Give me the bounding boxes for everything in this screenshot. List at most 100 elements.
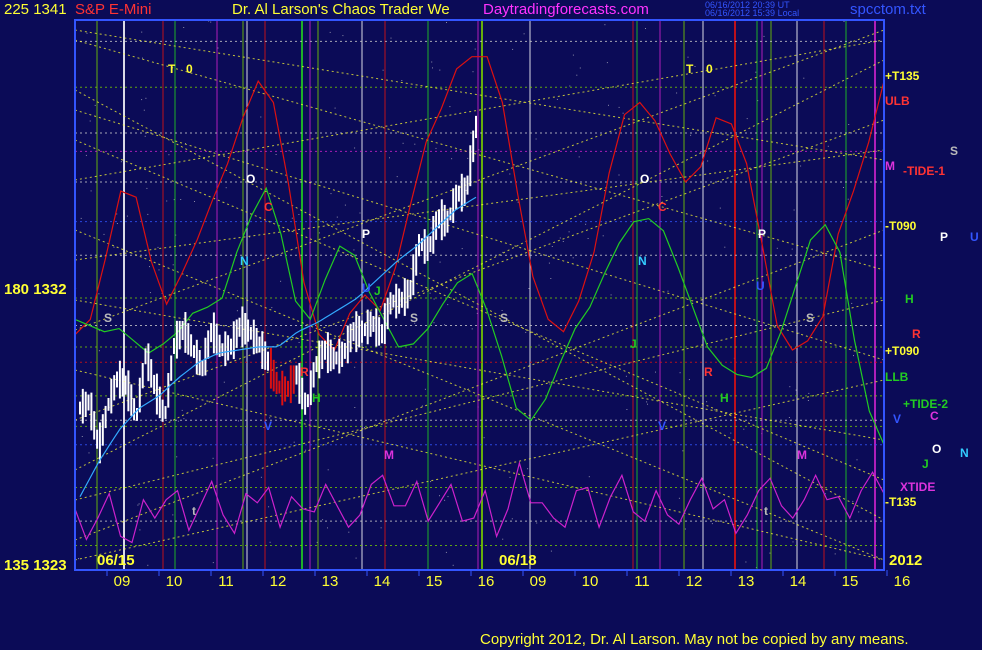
star-dot (447, 304, 449, 306)
x-tick-label: 09 (114, 573, 131, 590)
angle-line (74, 149, 885, 261)
x-tick-label: 14 (374, 573, 391, 590)
star-dot (776, 247, 778, 249)
star-dot (858, 511, 860, 513)
star-dot (139, 529, 141, 531)
flux-marker: N (240, 254, 249, 268)
star-dot (260, 476, 262, 478)
star-dot (755, 71, 757, 73)
angle-line (74, 299, 885, 501)
x-tick-label: 11 (634, 573, 650, 590)
star-dot (550, 278, 552, 279)
site-link[interactable]: Daytradingforecasts.com (483, 1, 649, 18)
x-tick-label: 13 (322, 573, 339, 590)
star-dot (682, 450, 684, 452)
star-dot (382, 69, 384, 71)
star-dot (536, 522, 538, 524)
star-dot (354, 407, 356, 408)
star-dot (688, 379, 690, 381)
star-dot (291, 217, 293, 219)
star-dot (793, 209, 795, 211)
star-dot (827, 145, 829, 147)
x-tick-label: 15 (426, 573, 443, 590)
star-dot (389, 157, 390, 159)
x-tick-label: 12 (686, 573, 703, 590)
star-dot (126, 215, 128, 217)
star-dot (81, 436, 83, 437)
star-dot (694, 66, 696, 67)
star-dot (217, 47, 219, 49)
flux-marker: U (756, 279, 765, 293)
star-dot (527, 468, 529, 470)
flux-marker: U (362, 281, 371, 295)
star-dot (528, 288, 530, 289)
star-dot (305, 449, 307, 451)
flux-marker: 0 (706, 62, 713, 76)
star-dot (354, 147, 356, 149)
star-dot (618, 106, 620, 108)
right-label: H (905, 292, 914, 306)
right-label: N (960, 446, 969, 460)
flux-marker: O (640, 172, 649, 186)
angle-line (74, 59, 885, 471)
star-dot (103, 233, 105, 235)
flux-marker: C (658, 200, 667, 214)
star-dot (706, 401, 708, 403)
star-dot (576, 74, 578, 76)
right-label: -TIDE-1 (903, 164, 945, 178)
star-dot (535, 138, 537, 140)
star-dot (330, 193, 332, 195)
star-dot (587, 238, 589, 239)
star-dot (572, 54, 574, 56)
star-dot (145, 97, 147, 99)
star-dot (223, 381, 225, 383)
x-tick-label: 10 (582, 573, 599, 590)
star-dot (791, 248, 793, 250)
right-label: U (970, 230, 979, 244)
star-dot (431, 61, 433, 63)
star-dot (843, 21, 845, 22)
star-dot (149, 266, 150, 268)
background-star-dots (75, 20, 863, 571)
star-dot (798, 332, 800, 334)
star-dot (568, 231, 570, 233)
star-dot (511, 518, 513, 520)
star-dot (157, 246, 159, 248)
copyright-notice: Copyright 2012, Dr. Al Larson. May not b… (480, 631, 909, 648)
star-dot (424, 388, 426, 390)
star-dot (788, 417, 790, 418)
star-dot (549, 383, 551, 385)
star-dot (353, 249, 355, 251)
star-dot (147, 213, 149, 215)
star-dot (435, 147, 437, 149)
star-dot (807, 400, 809, 401)
star-dot (194, 201, 195, 202)
star-dot (465, 189, 467, 191)
right-label: S (950, 144, 958, 158)
star-dot (85, 154, 87, 156)
right-label: V (893, 412, 901, 426)
flux-marker: 0 (186, 62, 193, 76)
star-dot (146, 187, 148, 189)
star-dot (421, 405, 423, 407)
star-dot (439, 495, 440, 497)
star-dot (447, 496, 449, 498)
star-dot (610, 294, 612, 296)
star-dot (608, 104, 609, 106)
x-tick-label: 13 (738, 573, 755, 590)
star-dot (724, 246, 726, 248)
star-dot (606, 62, 608, 64)
flux-marker: S (500, 311, 508, 325)
star-dot (116, 223, 118, 224)
star-dot (618, 174, 620, 176)
right-label: O (932, 442, 941, 456)
star-dot (359, 212, 361, 214)
star-dot (569, 85, 571, 87)
right-label: LLB (885, 370, 909, 384)
x-tick-label: 10 (166, 573, 183, 590)
chart-canvas: 09 10 11 12 13 14 15 16 09 10 11 12 13 14 15 16 180 1332… (4, 19, 979, 590)
star-dot (800, 165, 802, 167)
star-dot (585, 223, 587, 225)
star-dot (602, 235, 604, 237)
star-dot (298, 342, 300, 343)
